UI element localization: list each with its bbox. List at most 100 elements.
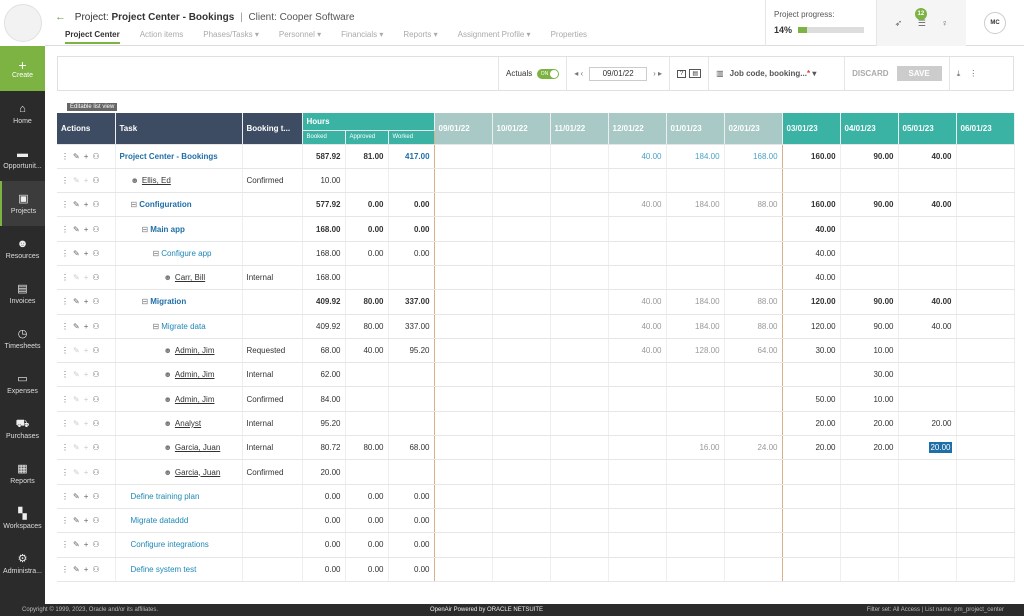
period-cell[interactable]	[666, 508, 725, 534]
edit-icon[interactable]: ✎	[73, 492, 84, 501]
period-cell[interactable]	[492, 459, 551, 485]
period-cell[interactable]	[434, 459, 493, 485]
period-cell[interactable]: 40.00	[608, 144, 667, 169]
period-cell[interactable]	[898, 265, 957, 291]
booking-type-cell[interactable]	[242, 241, 303, 266]
period-cell[interactable]: 40.00	[898, 192, 957, 218]
period-cell[interactable]	[434, 362, 493, 388]
period-cell[interactable]: 20.00	[782, 411, 841, 437]
period-cell[interactable]: 24.00	[724, 435, 783, 461]
period-cell[interactable]	[550, 362, 609, 388]
period-cell[interactable]	[956, 265, 1015, 291]
calendar-icon[interactable]: ?	[677, 69, 687, 78]
table-row[interactable]: ⋮✎+⚇ Migrate dataddd 0.00 0.00 0.00	[57, 508, 1015, 534]
assign-user-icon[interactable]: ⚇	[92, 370, 103, 379]
sidebar-item-projects[interactable]: ▣ Projects	[0, 181, 45, 226]
assign-user-icon[interactable]: ⚇	[92, 200, 103, 209]
period-cell[interactable]	[434, 411, 493, 437]
period-cell[interactable]	[608, 557, 667, 582]
period-value[interactable]: 40.00	[931, 152, 951, 161]
period-cell[interactable]	[956, 532, 1015, 558]
period-cell[interactable]	[492, 484, 551, 509]
period-cell[interactable]	[898, 459, 957, 485]
period-cell[interactable]	[434, 144, 493, 169]
period-cell[interactable]	[840, 241, 899, 266]
period-cell[interactable]: 168.00	[724, 144, 783, 169]
task-cell[interactable]: ☻ Admin, Jim	[115, 362, 243, 388]
period-cell[interactable]: 88.00	[724, 314, 783, 339]
tab-reports[interactable]: Reports ▾	[403, 30, 437, 44]
task-cell[interactable]: Define training plan	[115, 484, 243, 509]
period-value[interactable]: 160.00	[811, 200, 835, 209]
drag-handle-icon[interactable]: ⋮	[61, 297, 73, 306]
period-cell[interactable]	[956, 484, 1015, 509]
period-cell[interactable]	[666, 459, 725, 485]
avatar[interactable]: MC	[984, 12, 1006, 34]
period-cell[interactable]	[956, 192, 1015, 218]
period-header[interactable]: 09/01/22	[434, 113, 493, 145]
period-cell[interactable]: 184.00	[666, 192, 725, 218]
task-name[interactable]: Admin, Jim	[175, 370, 215, 379]
booking-type-cell[interactable]	[242, 484, 303, 509]
period-cell[interactable]	[492, 314, 551, 339]
period-header[interactable]: 01/01/23	[666, 113, 725, 145]
period-value[interactable]: 40.00	[931, 200, 951, 209]
period-cell[interactable]	[550, 386, 609, 412]
table-row[interactable]: ⋮✎+⚇ ☻ Garcia, Juan Confirmed 20.00	[57, 459, 1015, 485]
task-cell[interactable]: Project Center - Bookings	[115, 144, 243, 169]
edit-icon[interactable]: ✎	[73, 443, 84, 452]
period-cell[interactable]: 20.00	[840, 435, 899, 461]
booking-type-cell[interactable]	[242, 508, 303, 534]
more-options-icon[interactable]: ⋮	[969, 69, 977, 78]
period-value[interactable]: 50.00	[815, 395, 835, 404]
table-row[interactable]: ⋮✎+⚇ ⊟ Migrate data 409.92 80.00 337.00 40.00 1…	[57, 314, 1015, 339]
period-cell[interactable]	[550, 265, 609, 291]
period-header[interactable]: 11/01/22	[550, 113, 609, 145]
task-name[interactable]: Ellis, Ed	[142, 176, 171, 185]
task-cell[interactable]: ☻ Carr, Bill	[115, 265, 243, 291]
booking-type-cell[interactable]	[242, 144, 303, 169]
booking-type-cell[interactable]	[242, 314, 303, 339]
period-cell[interactable]	[434, 338, 493, 364]
period-cell[interactable]	[434, 241, 493, 266]
header-booking-type[interactable]: Booking t...	[242, 113, 303, 145]
task-cell[interactable]: Define system test	[115, 557, 243, 582]
period-cell[interactable]	[666, 484, 725, 509]
period-cell[interactable]	[492, 338, 551, 364]
period-cell[interactable]	[550, 459, 609, 485]
drag-handle-icon[interactable]: ⋮	[61, 273, 73, 282]
sidebar-item-timesheets[interactable]: ◷ Timesheets	[0, 316, 45, 361]
sidebar-item-workspaces[interactable]: ▚ Workspaces	[0, 496, 45, 541]
rocket-icon[interactable]: ➶	[895, 18, 903, 29]
drag-handle-icon[interactable]: ⋮	[61, 395, 73, 404]
period-cell[interactable]: 20.00	[782, 435, 841, 461]
period-cell[interactable]: 120.00	[782, 314, 841, 339]
edit-icon[interactable]: ✎	[73, 200, 84, 209]
task-cell[interactable]: ☻ Garcia, Juan	[115, 459, 243, 485]
period-cell[interactable]	[608, 216, 667, 242]
period-cell[interactable]	[666, 265, 725, 291]
edit-icon[interactable]: ✎	[73, 565, 84, 574]
booking-type-cell[interactable]: Internal	[242, 265, 303, 291]
booking-type-cell[interactable]: Confirmed	[242, 386, 303, 412]
assign-user-icon[interactable]: ⚇	[92, 176, 103, 185]
period-cell[interactable]	[840, 532, 899, 558]
drag-handle-icon[interactable]: ⋮	[61, 346, 73, 355]
period-cell[interactable]	[666, 557, 725, 582]
period-cell[interactable]	[782, 168, 841, 194]
drag-handle-icon[interactable]: ⋮	[61, 419, 73, 428]
period-cell[interactable]	[666, 168, 725, 194]
period-cell[interactable]: 10.00	[840, 338, 899, 364]
period-cell[interactable]: 40.00	[782, 241, 841, 266]
table-row[interactable]: ⋮✎+⚇ ⊟ Main app 168.00 0.00 0.00 40.00	[57, 216, 1015, 242]
drag-handle-icon[interactable]: ⋮	[61, 176, 73, 185]
assign-user-icon[interactable]: ⚇	[92, 516, 103, 525]
task-name[interactable]: Define training plan	[131, 492, 200, 501]
edit-icon[interactable]: ✎	[73, 468, 84, 477]
task-name[interactable]: Garcia, Juan	[175, 443, 220, 452]
task-name[interactable]: Admin, Jim	[175, 395, 215, 404]
period-cell[interactable]	[666, 386, 725, 412]
task-name[interactable]: Define system test	[131, 565, 197, 574]
table-row[interactable]: ⋮✎+⚇ Configure integrations 0.00 0.00 0.00	[57, 532, 1015, 558]
period-value[interactable]: 90.00	[873, 297, 893, 306]
